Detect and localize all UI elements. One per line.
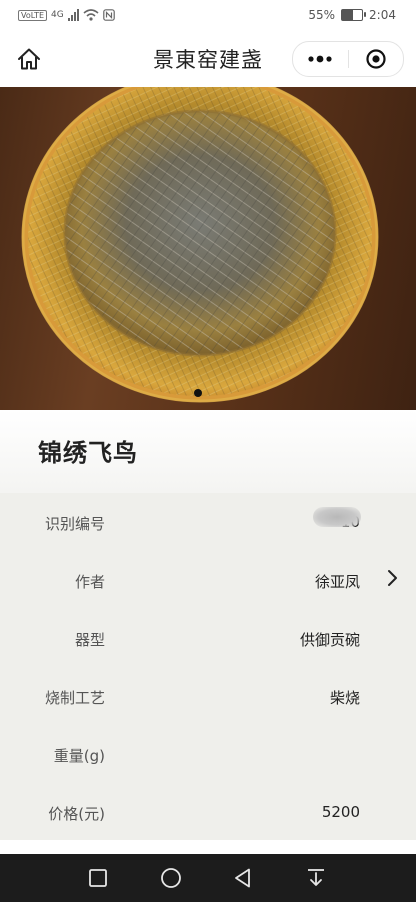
wifi-icon (83, 9, 99, 21)
detail-row-firing: 烧制工艺 柴烧 (0, 667, 416, 725)
tea-bowl-image (21, 87, 379, 403)
navigation-bar: 景東窑建盏 (0, 30, 416, 87)
square-icon[interactable] (86, 866, 110, 890)
detail-label: 价格(元) (48, 805, 105, 823)
product-name: 锦绣飞鸟 (38, 439, 138, 467)
detail-value-shape: 供御贡碗 (299, 631, 360, 649)
mini-program-capsule (292, 41, 404, 77)
nfc-icon (102, 9, 115, 21)
status-bar: VoLTE 4G 55% 2:04 (0, 0, 416, 30)
detail-label: 器型 (74, 631, 105, 649)
detail-value-author: 徐亚凤 (314, 573, 360, 591)
product-details: 识别编号 10 作者 徐亚凤 器型 供御贡碗 烧制工艺 柴烧 重量(g) 价格(… (0, 493, 416, 840)
detail-row-id: 识别编号 10 (0, 493, 416, 551)
network-type: 4G (51, 10, 64, 20)
status-right: 55% 2:04 (308, 8, 416, 22)
detail-row-price: 价格(元) 5200 (0, 783, 416, 841)
battery-percent: 55% (308, 8, 336, 22)
clock: 2:04 (369, 8, 396, 22)
triangle-back-icon[interactable] (231, 866, 255, 890)
bottom-spacer (0, 840, 416, 854)
detail-row-weight: 重量(g) (0, 725, 416, 783)
detail-label: 作者 (74, 573, 105, 591)
circle-icon[interactable] (159, 866, 183, 890)
battery-icon (341, 9, 367, 21)
more-button[interactable] (293, 42, 348, 76)
chevron-right-icon (388, 570, 397, 586)
detail-value-price: 5200 (321, 803, 360, 821)
status-left: VoLTE 4G (0, 9, 115, 21)
redacted-mark (313, 507, 361, 527)
carousel-indicator-dot[interactable] (194, 389, 202, 397)
pull-down-icon[interactable] (304, 866, 328, 890)
detail-label: 识别编号 (44, 515, 105, 533)
detail-label: 重量(g) (53, 747, 105, 765)
signal-icon (67, 9, 79, 21)
volte-badge: VoLTE (18, 9, 48, 21)
more-dots-icon (308, 55, 332, 63)
system-navigation-bar (0, 854, 416, 902)
product-title-section: 锦绣飞鸟 (0, 410, 416, 493)
product-image-carousel[interactable] (0, 87, 416, 410)
mini-program-close-icon (366, 49, 386, 69)
detail-label: 烧制工艺 (44, 689, 105, 707)
detail-value-firing: 柴烧 (329, 689, 360, 707)
detail-row-shape: 器型 供御贡碗 (0, 609, 416, 667)
detail-row-author[interactable]: 作者 徐亚凤 (0, 551, 416, 609)
close-mini-program-button[interactable] (349, 42, 404, 76)
